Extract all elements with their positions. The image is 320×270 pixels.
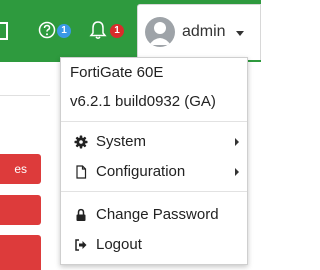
username-label: admin [182,23,226,40]
menu-item-system[interactable]: System [61,128,247,156]
avatar [145,17,175,47]
help-icon[interactable] [38,21,56,39]
caret-down-icon [236,31,244,36]
bell-icon[interactable] [89,20,107,40]
device-model: FortiGate 60E [70,64,164,81]
logout-icon [75,239,87,251]
menu-item-logout[interactable]: Logout [61,231,247,259]
menu-divider [61,121,247,122]
menu-item-label: Change Password [96,206,219,223]
red-tab-1[interactable]: es [0,154,41,184]
red-tab-2[interactable] [0,195,41,225]
left-divider [0,95,50,96]
help-count-badge: 1 [57,24,71,38]
lock-icon [76,208,86,221]
document-icon [76,165,87,179]
firmware-version: v6.2.1 build0932 (GA) [70,93,216,110]
top-bar: 1 1 admin [0,0,261,62]
fullscreen-icon[interactable] [0,21,12,41]
admin-dropdown-menu: FortiGate 60E v6.2.1 build0932 (GA) Syst… [60,57,248,265]
red-tab-label: es [14,162,27,176]
red-tab-3[interactable] [0,235,41,270]
menu-item-label: System [96,133,147,150]
menu-item-label: Logout [96,236,142,253]
chevron-right-icon [235,138,239,146]
user-icon [149,22,171,45]
chevron-right-icon [235,168,239,176]
menu-item-label: Configuration [96,163,186,180]
menu-item-change-password[interactable]: Change Password [61,201,247,229]
admin-menu-button[interactable]: admin [137,4,261,60]
gear-icon [74,135,88,149]
notification-count-badge: 1 [110,24,124,38]
menu-divider [61,191,247,192]
menu-item-configuration[interactable]: Configuration [61,158,247,186]
